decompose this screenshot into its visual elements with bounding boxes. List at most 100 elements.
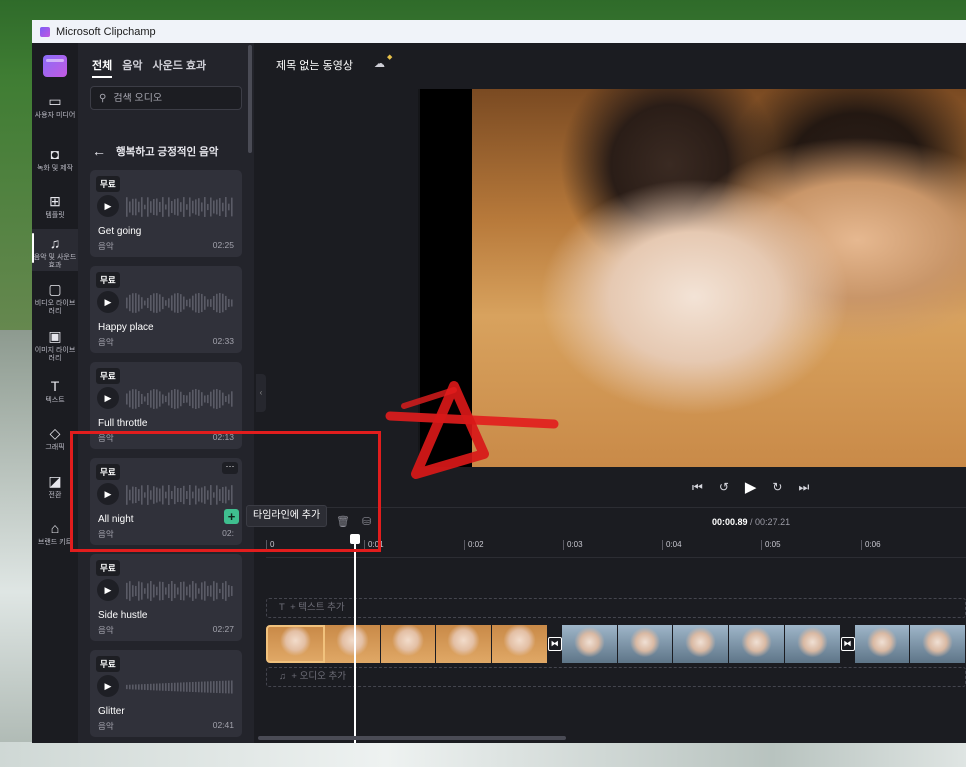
skip-end-icon[interactable]: ⏭ [798,480,809,495]
tab-music[interactable]: 음악 [122,57,142,78]
breadcrumb-label: 행복하고 긍정적인 음악 [116,145,219,158]
window-title: Microsoft Clipchamp [56,25,156,38]
total-time: / 00:27.21 [750,517,791,527]
video-clip[interactable] [561,625,618,663]
playback-controls: ⏮ ↺ ▶ ↻ ⏭ [692,478,809,496]
track-title: Happy place [98,322,154,333]
collapse-panel-button[interactable]: ‹ [256,374,266,412]
video-clip[interactable] [673,625,729,663]
panel-scrollbar[interactable] [248,45,252,153]
music-card[interactable]: 무료 ▶ Get going 음악 02:25 [90,170,242,257]
track-type: 음악 [98,241,114,251]
music-card[interactable]: 무료 ▶ Glitter 음악 02:41 [90,650,242,737]
free-badge: 무료 [96,656,120,672]
timeline-scrollbar[interactable] [258,736,566,740]
rail-label: 녹화 및 제작 [36,165,74,172]
track-title: Full throttle [98,418,148,429]
track-type: 음악 [98,625,114,635]
rail-label: 이미지 라이브러리 [34,347,76,362]
breadcrumb[interactable]: ← 행복하고 긍정적인 음악 [92,143,218,159]
rail-item-record[interactable]: ◘ 녹화 및 제작 [32,146,78,173]
transition-icon[interactable]: ⧓ [547,637,562,651]
video-clip[interactable] [266,625,325,663]
text-track[interactable]: T + 텍스트 추가 [266,598,966,618]
music-card[interactable]: 무료 ▶ Happy place 음악 02:33 [90,266,242,353]
rail-label: 비디오 라이브러리 [34,300,76,315]
folder-icon: ▭ [48,93,62,109]
free-badge: 무료 [96,176,120,192]
tab-sound-effects[interactable]: 사운드 효과 [153,57,207,78]
free-badge: 무료 [96,368,120,384]
track-title: Glitter [98,706,125,717]
brand-kit-icon: ⌂ [50,520,60,536]
music-panel: 전체 음악 사운드 효과 ⚲ ← 행복하고 긍정적인 음악 무료 ▶ Get goi… [78,43,254,743]
highlight-box [70,431,381,552]
video-clip[interactable] [492,625,548,663]
music-card[interactable]: 무료 ▶ Side hustle 음악 02:27 [90,554,242,641]
playhead[interactable] [350,534,360,743]
video-clip[interactable] [729,625,785,663]
video-clip[interactable] [910,625,966,663]
track-title: Get going [98,226,142,237]
track-title: Side hustle [98,610,148,621]
current-time: 00:00.89 [712,517,748,527]
rail-item-image-library[interactable]: ▣ 이미지 라이브러리 [32,328,78,363]
app-icon [40,26,50,37]
ruler-tick: 0:06 [861,540,881,550]
track-duration: 02:41 [212,720,234,730]
graphics-icon: ◇ [49,425,61,441]
cloud-sync-icon[interactable]: ☁ [374,57,385,70]
rail-item-video-library[interactable]: ▢ 비디오 라이브러리 [32,281,78,316]
timecode: 00:00.89 / 00:27.21 [712,517,790,527]
search-icon: ⚲ [99,92,107,104]
transition-icon[interactable]: ⧓ [840,637,855,651]
rewind-5-icon[interactable]: ↺ [719,480,729,494]
track-duration: 02:25 [212,240,234,250]
video-library-icon: ▢ [48,281,62,297]
image-library-icon: ▣ [48,328,62,344]
rail-item-music[interactable]: ♫ 음악 및 사운드 효과 [32,229,78,271]
play-preview-button[interactable]: ▶ [97,195,119,217]
video-track[interactable]: ⧓ ⧓ [266,625,966,663]
video-clip[interactable] [617,625,674,663]
play-button[interactable]: ▶ [745,478,757,496]
video-clip[interactable] [436,625,492,663]
track-type: 음악 [98,721,114,731]
rail-label: 사용자 미디어 [34,112,76,119]
play-preview-button[interactable]: ▶ [97,675,119,697]
project-title[interactable]: 제목 없는 동영상 [276,57,353,73]
play-preview-button[interactable]: ▶ [97,387,119,409]
rail-label: 음악 및 사운드 효과 [33,254,77,269]
video-clip[interactable] [324,625,381,663]
audio-track[interactable]: ♫ + 오디오 추가 [266,667,966,687]
video-clip[interactable] [854,625,911,663]
video-clip[interactable] [784,625,841,663]
play-preview-button[interactable]: ▶ [97,579,119,601]
premium-gem-icon: ◆ [387,54,393,61]
transitions-icon: ◪ [48,473,62,489]
templates-icon: ⊞ [49,193,61,209]
waveform [126,680,233,694]
rail-item-media[interactable]: ▭ 사용자 미디어 [32,93,78,120]
ruler-tick: 0:04 [662,540,682,550]
waveform [126,293,233,313]
skip-start-icon[interactable]: ⏮ [692,480,703,495]
forward-5-icon[interactable]: ↻ [772,480,782,494]
back-arrow-icon[interactable]: ← [92,143,106,159]
rail-item-templates[interactable]: ⊞ 템플릿 [32,193,78,220]
track-type: 음악 [98,337,114,347]
tab-all[interactable]: 전체 [92,57,113,78]
search-input[interactable] [113,92,224,104]
desktop-background-bottom [0,742,966,767]
search-box[interactable]: ⚲ [90,86,242,110]
track-duration: 02:33 [212,336,234,346]
waveform [126,581,233,601]
ruler-tick: 0:03 [563,540,583,550]
ruler-tick: 0:02 [464,540,484,550]
video-clip[interactable] [380,625,437,663]
track-duration: 02:27 [212,624,234,634]
play-preview-button[interactable]: ▶ [97,291,119,313]
waveform [126,389,233,409]
free-badge: 무료 [96,560,120,576]
rail-item-text[interactable]: T 텍스트 [32,378,78,405]
